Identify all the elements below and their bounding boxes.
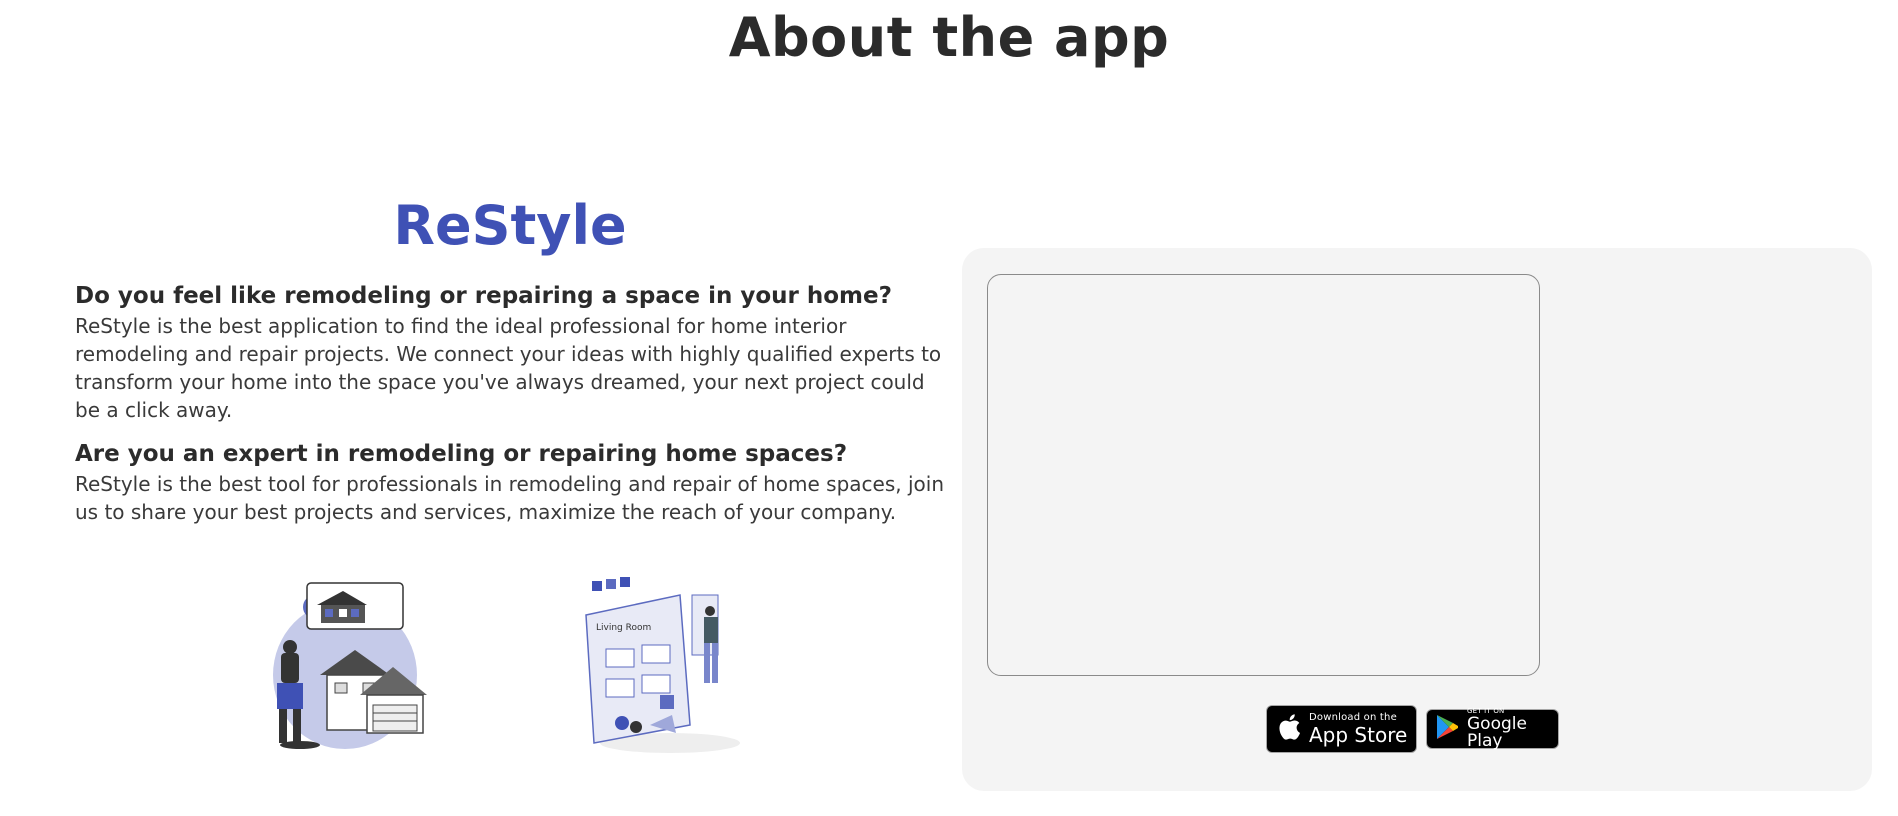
app-store-big-text: App Store <box>1309 723 1408 747</box>
brand-name: ReStyle <box>393 194 627 257</box>
app-store-button[interactable]: Download on the App Store <box>1266 705 1417 753</box>
about-text-column: Do you feel like remodeling or repairing… <box>75 280 945 540</box>
living-room-label: Living Room <box>596 623 651 633</box>
app-preview-video[interactable] <box>987 274 1540 676</box>
apple-icon <box>1277 713 1301 745</box>
app-store-small-text: Download on the <box>1309 712 1397 723</box>
homeowner-question-heading: Do you feel like remodeling or repairing… <box>75 283 892 309</box>
page-title: About the app <box>728 6 1170 69</box>
about-app-page: About the app ReStyle Do you feel like r… <box>0 0 1898 816</box>
expert-description: ReStyle is the best tool for professiona… <box>75 472 944 524</box>
google-play-icon <box>1435 714 1459 744</box>
expert-question-heading: Are you an expert in remodeling or repai… <box>75 441 848 467</box>
interior-design-illustration: Living Room <box>580 575 760 755</box>
google-play-big-text: Google Play <box>1467 714 1527 751</box>
house-remodel-illustration <box>255 575 435 755</box>
homeowner-description: ReStyle is the best application to find … <box>75 314 942 422</box>
app-preview-panel: Download on the App Store GET IT ON Goog… <box>962 248 1872 791</box>
google-play-button[interactable]: GET IT ON Google Play <box>1426 708 1559 751</box>
